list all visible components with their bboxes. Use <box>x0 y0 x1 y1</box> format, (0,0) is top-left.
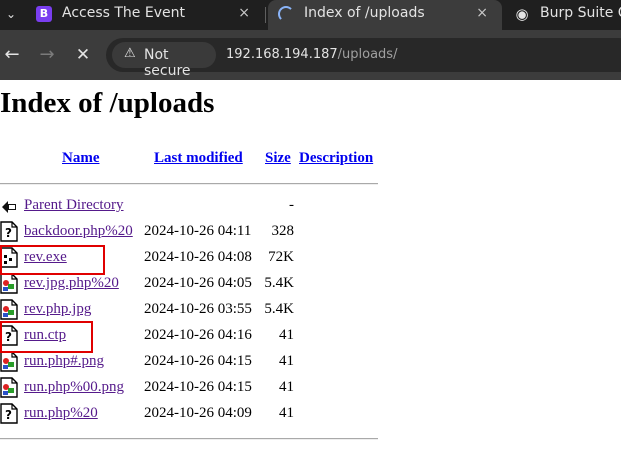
forward-button[interactable]: → <box>36 43 58 67</box>
url-text[interactable]: 192.168.194.187/uploads/ <box>226 47 397 62</box>
svg-text:?: ? <box>5 226 12 240</box>
tab-title: Burp Suite Co <box>540 5 621 21</box>
page-title: Index of /uploads <box>0 87 215 119</box>
table-row: run.php#.png 2024-10-26 04:15 41 <box>0 350 380 376</box>
tab-divider <box>265 7 266 23</box>
arrow-left-icon: ← <box>4 44 20 65</box>
last-modified: 2024-10-26 04:16 <box>144 327 252 343</box>
arrow-right-icon: → <box>39 44 55 65</box>
tab-title: Index of /uploads <box>304 5 425 21</box>
highlight-box-rev-exe <box>0 245 105 275</box>
page-content: Index of /uploads Name Last modified Siz… <box>0 80 621 451</box>
column-header-name[interactable]: Name <box>62 150 100 167</box>
tab-search-menu-button[interactable]: ⌄ <box>0 0 22 30</box>
image-file-icon <box>0 377 18 398</box>
last-modified: 2024-10-26 04:08 <box>144 249 252 265</box>
site-info-button[interactable]: ⚠ Not secure <box>112 42 216 79</box>
last-modified: 2024-10-26 04:05 <box>144 275 252 291</box>
tab-access-the-event[interactable]: B Access The Event × <box>26 0 264 30</box>
url-host: 192.168.194.187 <box>226 47 338 62</box>
file-size: 72K <box>268 249 294 265</box>
divider-top <box>0 183 378 185</box>
file-link[interactable]: run.php#.png <box>24 353 104 370</box>
column-header-last-modified[interactable]: Last modified <box>154 150 243 167</box>
table-row: rev.jpg.php%20 2024-10-26 04:05 5.4K <box>0 272 380 298</box>
last-modified: 2024-10-26 04:15 <box>144 353 252 369</box>
file-size: 328 <box>271 223 295 239</box>
loading-spinner-icon <box>278 6 294 22</box>
file-link[interactable]: Parent Directory <box>24 197 124 214</box>
file-size: 41 <box>279 405 294 421</box>
divider-bottom <box>0 438 378 440</box>
address-bar[interactable]: ⚠ Not secure 192.168.194.187/uploads/ <box>106 38 621 79</box>
table-row: ? run.php%20 2024-10-26 04:09 41 <box>0 402 380 428</box>
table-row: run.php%00.png 2024-10-26 04:15 41 <box>0 376 380 402</box>
close-icon[interactable]: × <box>238 0 250 27</box>
column-header-description[interactable]: Description <box>299 150 373 167</box>
security-label: Not secure <box>144 47 191 79</box>
svg-text:?: ? <box>5 408 12 422</box>
browser-toolbar: ← → ✕ ⚠ Not secure 192.168.194.187/uploa… <box>0 30 621 80</box>
file-link[interactable]: run.php%00.png <box>24 379 124 396</box>
chevron-down-icon: ⌄ <box>5 7 17 21</box>
file-link[interactable]: rev.php.jpg <box>24 301 91 318</box>
image-file-icon <box>0 273 18 294</box>
image-file-icon <box>0 299 18 320</box>
file-size: 5.4K <box>264 275 294 291</box>
tab-strip: ⌄ B Access The Event × Index of /uploads… <box>0 0 621 30</box>
url-path: /uploads/ <box>337 47 398 62</box>
highlight-box-run-ctp <box>0 321 93 353</box>
bootstrap-icon: B <box>36 6 52 22</box>
file-size: - <box>289 197 294 213</box>
file-size: 5.4K <box>264 301 294 317</box>
file-size: 41 <box>279 327 294 343</box>
close-icon: ✕ <box>75 45 91 65</box>
file-link[interactable]: run.php%20 <box>24 405 98 422</box>
unknown-file-icon: ? <box>0 403 18 424</box>
last-modified: 2024-10-26 04:15 <box>144 379 252 395</box>
tab-index-of-uploads[interactable]: Index of /uploads × <box>268 0 502 30</box>
close-icon[interactable]: × <box>476 0 488 27</box>
table-row: ? backdoor.php%20 2024-10-26 04:11 328 <box>0 220 380 246</box>
back-button[interactable]: ← <box>1 43 23 67</box>
file-link[interactable]: rev.jpg.php%20 <box>24 275 119 292</box>
table-row: Parent Directory - <box>0 194 380 220</box>
stop-loading-button[interactable]: ✕ <box>72 43 94 67</box>
file-size: 41 <box>279 353 294 369</box>
globe-icon: ◉ <box>515 5 529 23</box>
last-modified: 2024-10-26 04:11 <box>144 223 252 239</box>
file-size: 41 <box>279 379 294 395</box>
parent-directory-icon <box>0 195 18 216</box>
tab-burp-suite[interactable]: ◉ Burp Suite Co <box>504 0 621 30</box>
last-modified: 2024-10-26 03:55 <box>144 301 252 317</box>
column-header-size[interactable]: Size <box>265 150 291 167</box>
file-link[interactable]: backdoor.php%20 <box>24 223 133 240</box>
unknown-file-icon: ? <box>0 221 18 242</box>
tab-title: Access The Event <box>62 5 185 21</box>
warning-icon: ⚠ <box>124 46 136 61</box>
image-file-icon <box>0 351 18 372</box>
last-modified: 2024-10-26 04:09 <box>144 405 252 421</box>
